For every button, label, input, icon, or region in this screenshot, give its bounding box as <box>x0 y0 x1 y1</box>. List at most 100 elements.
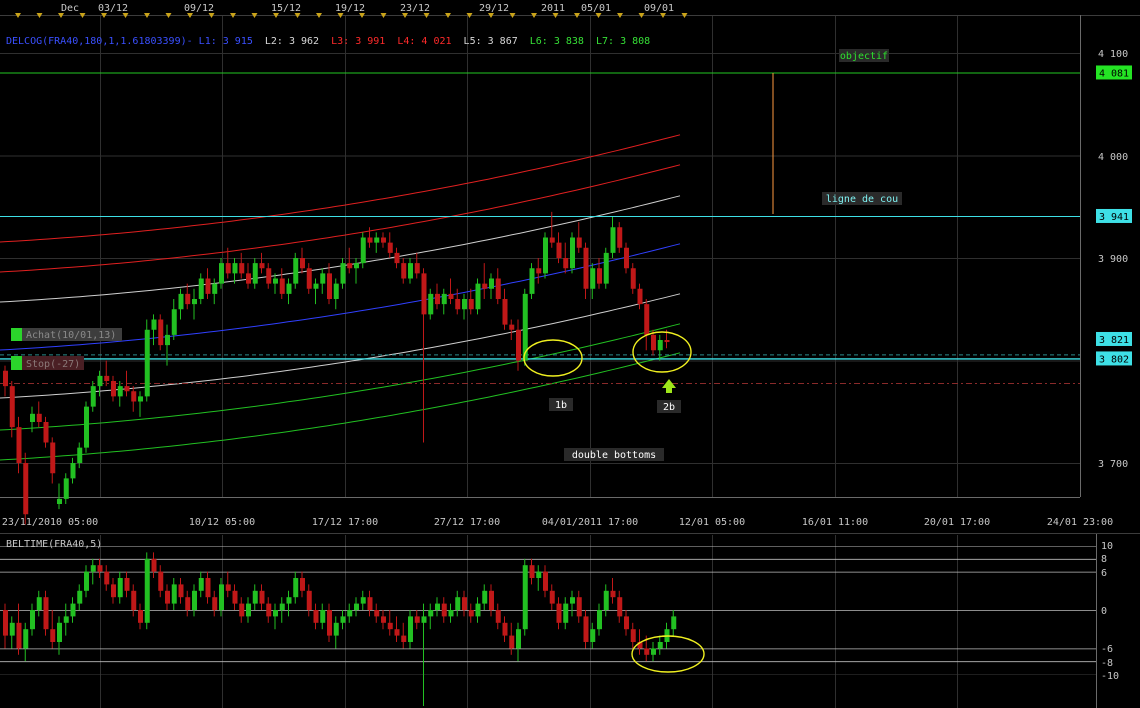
candle-body <box>70 463 76 479</box>
candle-body <box>509 324 515 330</box>
price-tag-label: 3 821 <box>1099 335 1129 346</box>
candle-body <box>306 268 312 289</box>
candle-body <box>475 283 481 310</box>
candle-body <box>381 237 386 243</box>
bottom-date-label: 04/01/2011 17:00 <box>542 517 638 528</box>
annotation-double-bottoms[interactable]: double bottoms <box>564 448 664 461</box>
candle-body <box>441 293 447 305</box>
candle-body <box>360 237 366 264</box>
candle-body <box>563 258 569 269</box>
sub-candle-body <box>570 597 575 604</box>
candle-body <box>286 283 292 294</box>
annotation-1b[interactable]: 1b <box>549 398 573 411</box>
candle-body <box>374 237 380 243</box>
candle-body <box>279 278 285 294</box>
sub-tick-minus-8: -8 <box>1101 658 1113 669</box>
sub-candle-body <box>428 610 434 617</box>
sub-candle-body <box>489 590 494 610</box>
annotation-objectif-text: objectif <box>840 51 888 62</box>
sub-candle-body <box>603 590 609 610</box>
candle-body <box>124 386 130 392</box>
sub-candle-body <box>57 622 62 642</box>
candle-body <box>50 442 56 474</box>
top-date-label: 15/12 <box>271 3 301 14</box>
candle-body <box>664 340 670 343</box>
sub-candle-body <box>117 578 123 598</box>
sub-tick-minus-10: -10 <box>1101 671 1119 682</box>
candle-body <box>165 334 170 346</box>
level-label-l6: L6: 3 838 <box>530 36 584 47</box>
sub-candle-body <box>576 597 582 617</box>
sub-candle-body <box>198 578 204 591</box>
sub-candle-body <box>9 622 15 636</box>
candle-body <box>644 304 650 335</box>
candle-body <box>354 263 359 269</box>
top-date-label: 2011 <box>541 3 565 14</box>
sub-candle-body <box>327 610 332 636</box>
top-date-label: 23/12 <box>400 3 430 14</box>
candle-body <box>320 273 326 284</box>
candle-body <box>273 278 278 284</box>
candle-body <box>84 406 89 448</box>
sub-candle-body <box>320 610 326 623</box>
candle-body <box>239 263 245 274</box>
sub-candle-body <box>516 629 521 649</box>
order-stop[interactable]: Stop(-27) <box>11 356 84 370</box>
sub-candle-body <box>124 578 130 591</box>
annotation-2b-text: 2b <box>663 402 675 413</box>
sub-candle-body <box>111 584 116 598</box>
sub-candle-body <box>401 635 407 642</box>
sub-candle-body <box>644 648 650 655</box>
candle-body <box>570 237 575 269</box>
candle-body <box>219 263 224 284</box>
sub-candle-body <box>387 622 393 630</box>
sub-candle-body <box>549 590 555 604</box>
sub-candle-body <box>610 590 616 598</box>
sub-candle-body <box>138 610 143 623</box>
sub-candle-body <box>246 603 251 617</box>
candle-body <box>367 237 373 243</box>
candle-body <box>97 375 103 387</box>
sub-candle-body <box>597 610 602 630</box>
annotation-2b[interactable]: 2b <box>657 400 681 413</box>
candle-body <box>117 386 123 397</box>
sub-candle-body <box>306 590 312 610</box>
top-date-label: 05/01 <box>581 3 611 14</box>
candle-body <box>23 463 29 515</box>
candle-body <box>489 278 494 289</box>
annotation-ligne-de-cou[interactable]: ligne de cou <box>822 192 902 205</box>
bottom-date-label: 20/01 17:00 <box>924 517 990 528</box>
top-date-label: 09/01 <box>644 3 674 14</box>
top-date-label: 29/12 <box>479 3 509 14</box>
sub-tick-minus-6: -6 <box>1101 644 1113 655</box>
candle-body <box>252 263 258 284</box>
candle-body <box>468 299 474 310</box>
candle-body <box>9 386 15 428</box>
sub-candle-body <box>97 565 103 572</box>
sub-candle-body <box>43 597 49 630</box>
candle-body <box>448 293 454 299</box>
sub-candle-body <box>441 603 447 617</box>
candle-body <box>104 375 110 381</box>
indicator-panel[interactable] <box>0 534 1140 708</box>
sub-candle-body <box>563 603 569 623</box>
sub-candle-body <box>158 571 164 591</box>
bottom-date-label: 24/01 23:00 <box>1047 517 1113 528</box>
sub-candle-body <box>617 597 623 617</box>
candle-body <box>313 283 319 289</box>
annotation-objectif[interactable]: objectif <box>839 49 889 62</box>
candle-body <box>178 293 184 310</box>
sub-candle-body <box>340 616 346 623</box>
sub-candle-body <box>151 558 157 572</box>
order-achat[interactable]: Achat(10/01,13) <box>11 328 122 341</box>
order-achat-label: Achat(10/01,13) <box>26 330 116 341</box>
candle-body <box>387 242 393 253</box>
chart-window: Dec 03/12 09/12 15/12 19/12 23/12 29/12 2011 05/… <box>0 0 1140 708</box>
candle-body <box>3 370 8 387</box>
sub-candle-body <box>205 578 211 598</box>
sub-candle-body <box>104 571 110 585</box>
candle-body <box>293 258 299 284</box>
candle-body <box>171 309 177 335</box>
candle-body <box>246 273 251 284</box>
sub-indicator-title: BELTIME(FRA40,5) <box>6 539 102 550</box>
